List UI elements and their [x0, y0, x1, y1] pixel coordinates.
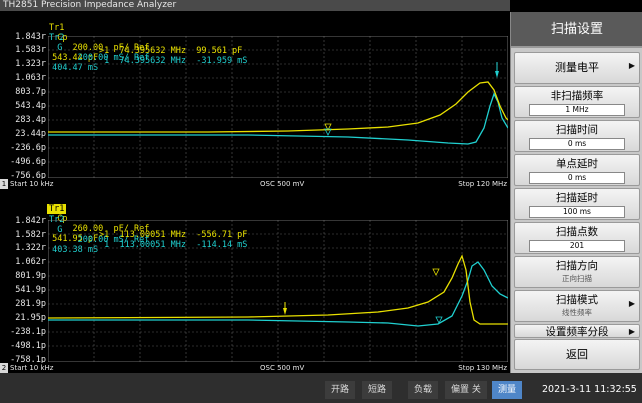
- trace-number: 1: [0, 179, 8, 189]
- sweep-time-field[interactable]: 0 ms: [529, 138, 625, 150]
- y-tick-label: 23.44p: [15, 129, 46, 139]
- non-sweep-freq-field[interactable]: 1 MHz: [529, 104, 625, 116]
- trace-header-2: Tr1 Cp 260.00 pF/ Ref 541.95 pF Tr2 G 20…: [0, 192, 510, 255]
- sweep-delay-button[interactable]: 扫描延时 100 ms: [514, 188, 640, 220]
- button-label: 返回: [566, 348, 588, 361]
- submenu-arrow-icon: ▶: [628, 61, 635, 70]
- sweep-start: Start 10 kHz: [10, 180, 54, 188]
- datetime-display: 2021-3-11 11:32:55: [542, 384, 637, 395]
- button-label: 设置频率分段: [545, 326, 609, 338]
- trace-panel-2[interactable]: Tr1 Cp 260.00 pF/ Ref 541.95 pF Tr2 G 20…: [0, 192, 510, 373]
- point-delay-button[interactable]: 单点延时 0 ms: [514, 154, 640, 186]
- sweep-points-field[interactable]: 201: [529, 240, 625, 252]
- sweep-direction-button[interactable]: 扫描方向 正向扫描: [514, 256, 640, 288]
- menu-title: 扫描设置: [511, 12, 642, 48]
- submenu-arrow-icon: ▶: [628, 299, 635, 308]
- osc-level: OSC 500 mV: [260, 364, 305, 372]
- y-tick-label: 1.062r: [15, 257, 46, 267]
- point-delay-field[interactable]: 0 ms: [529, 172, 625, 184]
- marker-readout-tr2-2: 1 113.00051 MHz -114.14 mS: [104, 240, 248, 250]
- sweep-mode-value: 线性频率: [562, 308, 592, 317]
- button-label: 扫描点数: [556, 226, 598, 238]
- short-cal-button[interactable]: 短路: [362, 381, 393, 399]
- status-bar: 开路 短路 负载 偏置 关 测量 2021-3-11 11:32:55: [0, 373, 642, 403]
- y-tick-label: 543.4p: [15, 101, 46, 111]
- y-tick-label: 283.4p: [15, 115, 46, 125]
- trace-panel-1[interactable]: Tr1 Cp 200.00 pF/ Ref 543.44 pF Tr2 G 20…: [0, 12, 510, 189]
- submenu-arrow-icon: ▶: [628, 327, 635, 336]
- button-label: 扫描时间: [556, 124, 598, 136]
- y-tick-label: 1.843r: [15, 32, 46, 42]
- freq-segment-button[interactable]: 设置频率分段 ▶: [514, 324, 640, 338]
- sweep-mode-button[interactable]: 扫描模式 线性频率 ▶: [514, 290, 640, 322]
- button-label: 非扫描频率: [550, 90, 604, 102]
- sweep-setup-menu: 扫描设置 测量电平 ▶ 非扫描频率 1 MHz 扫描时间 0 ms 单点延时 0…: [510, 12, 642, 373]
- marker-readout-tr2-1: 1 74.395632 MHz -31.959 mS: [104, 56, 248, 66]
- y-tick-label: 541.9p: [15, 285, 46, 295]
- button-label: 扫描方向: [556, 260, 598, 272]
- button-label: 扫描延时: [556, 192, 598, 204]
- plot-area-2[interactable]: >1 113.00051 MHz -556.71 pF 1 113.00051 …: [48, 220, 508, 362]
- y-tick-label: 803.7p: [15, 87, 46, 97]
- analyzer-window: TH2851 Precision Impedance Analyzer Tr1 …: [0, 0, 642, 403]
- sweep-stop: Stop 130 MHz: [458, 364, 507, 372]
- load-cal-button[interactable]: 负载: [408, 381, 439, 399]
- button-label: 扫描模式: [556, 294, 598, 306]
- trace-number: 2: [0, 363, 8, 373]
- y-tick-label: 21.95p: [15, 313, 46, 323]
- y-tick-label: 1.322r: [15, 243, 46, 253]
- sweep-time-button[interactable]: 扫描时间 0 ms: [514, 120, 640, 152]
- sweep-start: Start 10 kHz: [10, 364, 54, 372]
- y-tick-label: 1.323r: [15, 59, 46, 69]
- y-tick-label: -236.6p: [10, 143, 46, 153]
- y-tick-label: 1.582r: [15, 230, 46, 240]
- osc-level: OSC 500 mV: [260, 180, 305, 188]
- y-tick-label: -498.1p: [10, 341, 46, 351]
- back-button[interactable]: 返回: [514, 339, 640, 370]
- bias-toggle-button[interactable]: 偏置 关: [445, 381, 487, 399]
- y-tick-label: 281.9p: [15, 299, 46, 309]
- sweep-footer-1: 1 Start 10 kHz OSC 500 mV Stop 120 MHz: [0, 179, 510, 189]
- y-tick-label: 1.583r: [15, 45, 46, 55]
- sweep-stop: Stop 120 MHz: [458, 180, 507, 188]
- marker-arrow-icon: [283, 308, 287, 315]
- y-tick-label: 1.063r: [15, 73, 46, 83]
- y-tick-label: -238.1p: [10, 327, 46, 337]
- window-title: TH2851 Precision Impedance Analyzer: [0, 0, 510, 11]
- plot-area-1[interactable]: >1 74.395632 MHz 99.561 pF 1 74.395632 M…: [48, 36, 508, 178]
- sweep-delay-field[interactable]: 100 ms: [529, 206, 625, 218]
- open-cal-button[interactable]: 开路: [325, 381, 356, 399]
- sweep-footer-2: 2 Start 10 kHz OSC 500 mV Stop 130 MHz: [0, 363, 510, 373]
- sweep-points-button[interactable]: 扫描点数 201: [514, 222, 640, 254]
- marker-arrow-icon: [495, 71, 499, 78]
- y-tick-label: -496.6p: [10, 157, 46, 167]
- measure-button[interactable]: 测量: [492, 381, 523, 399]
- y-tick-label: 1.842r: [15, 216, 46, 226]
- sweep-direction-value: 正向扫描: [562, 274, 592, 283]
- y-tick-label: 801.9p: [15, 271, 46, 281]
- button-label: 测量电平: [555, 61, 599, 74]
- trace-header-1: Tr1 Cp 200.00 pF/ Ref 543.44 pF Tr2 G 20…: [0, 12, 510, 73]
- measure-level-button[interactable]: 测量电平 ▶: [514, 52, 640, 84]
- non-sweep-freq-button[interactable]: 非扫描频率 1 MHz: [514, 86, 640, 118]
- button-label: 单点延时: [556, 158, 598, 170]
